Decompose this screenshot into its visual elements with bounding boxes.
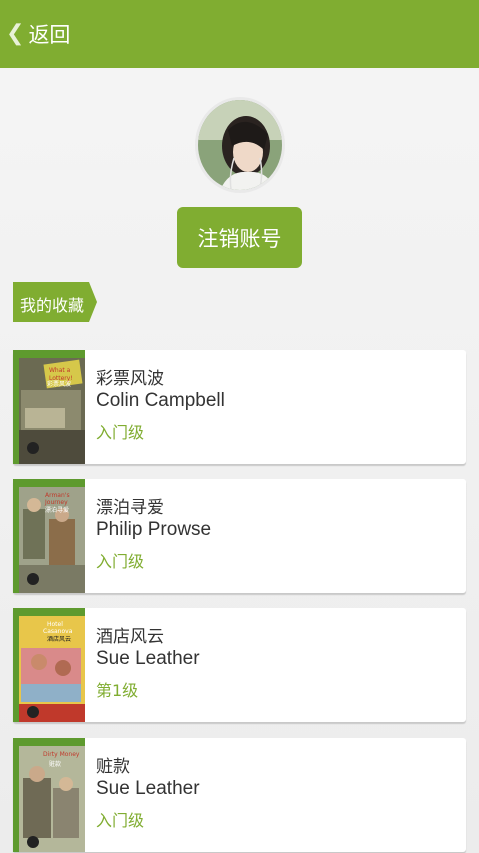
list-item[interactable]: What a Lottery! 彩票风波 彩票风波 Colin Campbell… bbox=[13, 350, 466, 464]
chevron-left-icon: ❮ bbox=[6, 21, 25, 46]
favorites-ribbon: 我的收藏 bbox=[13, 282, 97, 322]
back-button[interactable]: ❮ 返回 bbox=[6, 14, 70, 54]
svg-text:Casanova: Casanova bbox=[43, 628, 73, 635]
svg-text:赃款: 赃款 bbox=[49, 760, 61, 768]
svg-text:彩票风波: 彩票风波 bbox=[47, 380, 71, 388]
list-item[interactable]: Hotel Casanova 酒店风云 酒店风云 Sue Leather 第1级 bbox=[13, 608, 466, 722]
svg-text:Journey: Journey bbox=[44, 499, 68, 506]
book-author: Colin Campbell bbox=[96, 390, 225, 411]
book-author: Philip Prowse bbox=[96, 519, 212, 540]
svg-text:Hotel: Hotel bbox=[47, 621, 63, 628]
book-author: Sue Leather bbox=[96, 778, 200, 799]
book-info: 酒店风云 Sue Leather 第1级 bbox=[96, 622, 200, 701]
book-level: 入门级 bbox=[96, 552, 145, 571]
list-item[interactable]: Dirty Money 赃款 赃款 Sue Leather 入门级 bbox=[13, 738, 466, 852]
book-level: 入门级 bbox=[96, 811, 145, 830]
book-level: 第1级 bbox=[96, 681, 139, 700]
svg-text:Dirty Money: Dirty Money bbox=[43, 751, 80, 758]
favorites-title: 我的收藏 bbox=[20, 296, 85, 315]
svg-text:What a: What a bbox=[49, 367, 71, 374]
back-label: 返回 bbox=[28, 23, 71, 47]
book-title: 酒店风云 bbox=[96, 627, 164, 647]
book-level: 入门级 bbox=[96, 423, 145, 442]
book-info: 赃款 Sue Leather 入门级 bbox=[96, 752, 200, 831]
book-title: 彩票风波 bbox=[96, 369, 164, 389]
book-cover: Hotel Casanova 酒店风云 bbox=[13, 608, 85, 722]
book-cover: What a Lottery! 彩票风波 bbox=[13, 350, 85, 464]
logout-button[interactable]: 注销账号 bbox=[177, 207, 302, 268]
book-info: 彩票风波 Colin Campbell 入门级 bbox=[96, 364, 225, 443]
avatar[interactable] bbox=[195, 97, 285, 193]
book-info: 漂泊寻爱 Philip Prowse 入门级 bbox=[96, 493, 211, 572]
svg-text:漂泊寻爱: 漂泊寻爱 bbox=[45, 506, 69, 514]
book-cover: Arman's Journey 漂泊寻爱 bbox=[13, 479, 85, 593]
list-item[interactable]: Arman's Journey 漂泊寻爱 漂泊寻爱 Philip Prowse … bbox=[13, 479, 466, 593]
svg-text:Arman's: Arman's bbox=[45, 492, 70, 499]
book-cover: Dirty Money 赃款 bbox=[13, 738, 85, 852]
book-title: 赃款 bbox=[96, 757, 130, 777]
top-bar: ❮ 返回 bbox=[0, 0, 479, 68]
svg-text:酒店风云: 酒店风云 bbox=[47, 635, 71, 643]
book-author: Sue Leather bbox=[96, 648, 200, 669]
avatar-photo bbox=[198, 100, 282, 190]
book-title: 漂泊寻爱 bbox=[96, 498, 164, 518]
